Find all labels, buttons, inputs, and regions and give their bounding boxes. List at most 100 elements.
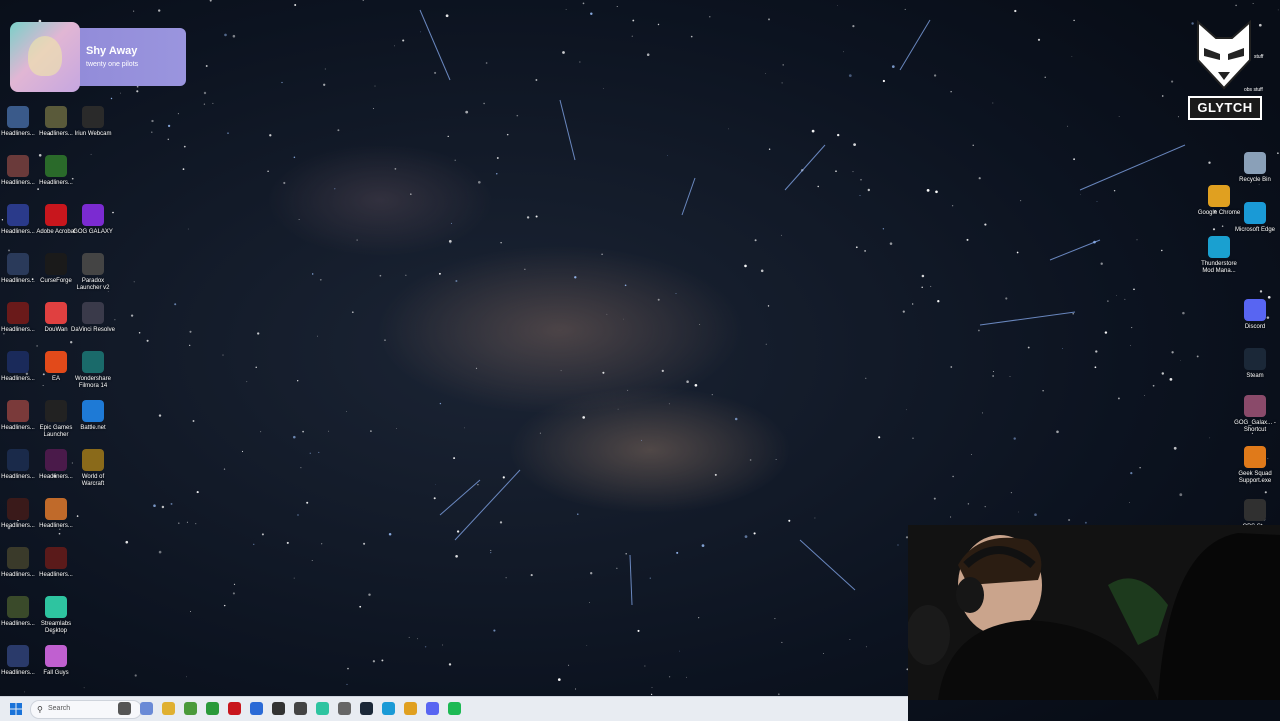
- desktop-icon[interactable]: Streamlabs Desktop: [33, 594, 79, 640]
- app-dark-icon[interactable]: [272, 702, 285, 715]
- star: [667, 155, 668, 157]
- star: [475, 367, 478, 369]
- desktop-icon-label: GOG_Galax... - Shortcut: [1234, 420, 1276, 433]
- paradox-icon[interactable]: [338, 702, 351, 715]
- star: [394, 45, 395, 47]
- star: [195, 523, 197, 525]
- star: [579, 61, 581, 63]
- star: [442, 644, 444, 646]
- star: [1071, 56, 1073, 57]
- desktop-icon-label: Microsoft Edge: [1234, 227, 1276, 233]
- star: [410, 193, 412, 195]
- desktop-icon[interactable]: Headliners...: [33, 153, 79, 199]
- meteor-streak: [1079, 144, 1186, 191]
- star: [904, 8, 906, 10]
- spotify-icon[interactable]: [448, 702, 461, 715]
- desktop-icon-label: Iriun Webcam: [74, 131, 112, 137]
- star: [686, 676, 687, 678]
- desktop-icon[interactable]: Geek Squad Support.exe: [1232, 444, 1278, 490]
- media-notification[interactable]: Shy Away twenty one pilots: [10, 22, 186, 92]
- star: [302, 430, 304, 433]
- star: [255, 366, 257, 368]
- star: [396, 428, 397, 429]
- star: [668, 676, 671, 678]
- desktop-icon[interactable]: Discord: [1232, 297, 1278, 343]
- app-icon: [7, 547, 29, 569]
- store-icon[interactable]: [250, 702, 263, 715]
- star: [1067, 125, 1069, 127]
- star: [1171, 80, 1174, 83]
- star: [1016, 251, 1019, 254]
- star: [853, 143, 856, 146]
- star: [1124, 298, 1126, 300]
- star: [734, 417, 738, 421]
- desktop-icon[interactable]: Fall Guys: [33, 643, 79, 689]
- desktop-icon[interactable]: GOG GALAXY: [70, 202, 116, 248]
- star: [823, 653, 824, 654]
- star: [450, 222, 452, 224]
- star: [490, 552, 492, 554]
- desktop-icon[interactable]: Iriun Webcam: [70, 104, 116, 150]
- star: [477, 180, 481, 184]
- star: [496, 157, 499, 159]
- star: [283, 181, 286, 185]
- edge-icon[interactable]: [382, 702, 395, 715]
- star: [1161, 249, 1163, 252]
- streamlabs-icon[interactable]: [316, 702, 329, 715]
- desktop-icon[interactable]: World of Warcraft: [70, 447, 116, 493]
- star: [499, 521, 503, 524]
- steam-icon[interactable]: [360, 702, 373, 715]
- star: [617, 408, 619, 410]
- star: [232, 34, 236, 38]
- star: [318, 451, 320, 453]
- star: [337, 129, 340, 132]
- star: [1072, 312, 1074, 315]
- star: [867, 188, 870, 192]
- adobe-icon[interactable]: [228, 702, 241, 715]
- windows-start-icon[interactable]: [10, 703, 22, 715]
- star: [1100, 262, 1103, 265]
- desktop-icon[interactable]: Steam: [1232, 346, 1278, 392]
- star: [539, 432, 541, 434]
- desktop-icon[interactable]: Headliners...: [33, 545, 79, 591]
- star: [1104, 331, 1108, 334]
- minecraft-icon[interactable]: [184, 702, 197, 715]
- chrome-icon[interactable]: [404, 702, 417, 715]
- star: [935, 190, 938, 194]
- star: [351, 311, 354, 314]
- star: [167, 138, 170, 141]
- app-icon: [82, 106, 104, 128]
- star: [535, 79, 538, 81]
- desktop-icon[interactable]: Headliners...: [33, 496, 79, 542]
- star: [601, 253, 603, 256]
- star: [1013, 437, 1016, 440]
- webcam-overlay: [906, 525, 1280, 700]
- star: [852, 25, 855, 28]
- pen-tool-icon[interactable]: [118, 702, 131, 715]
- star: [506, 133, 509, 136]
- star: [189, 330, 192, 333]
- star: [1196, 355, 1199, 358]
- star: [24, 691, 25, 693]
- star: [1117, 397, 1120, 400]
- copilot-icon[interactable]: [140, 702, 153, 715]
- app-icon: [7, 302, 29, 324]
- epic-icon[interactable]: [294, 702, 307, 715]
- app-icon: [1208, 185, 1230, 207]
- desktop-icon[interactable]: Thunderstore Mod Mana...: [1196, 234, 1242, 280]
- file-explorer-icon[interactable]: [162, 702, 175, 715]
- app-icon: [45, 400, 67, 422]
- star: [560, 370, 562, 372]
- star: [297, 514, 299, 516]
- star: [774, 618, 776, 620]
- star: [814, 517, 816, 519]
- desktop-icon[interactable]: Wondershare Filmora 14: [70, 349, 116, 395]
- star: [777, 693, 780, 696]
- star: [1056, 430, 1059, 434]
- xbox-icon[interactable]: [206, 702, 219, 715]
- discord-icon[interactable]: [426, 702, 439, 715]
- desktop-icon[interactable]: Paradox Launcher v2: [70, 251, 116, 297]
- desktop-icon[interactable]: DaVinci Resolve: [70, 300, 116, 346]
- desktop-icon[interactable]: GOG_Galax... - Shortcut: [1232, 393, 1278, 439]
- desktop-icon[interactable]: Battle.net: [70, 398, 116, 444]
